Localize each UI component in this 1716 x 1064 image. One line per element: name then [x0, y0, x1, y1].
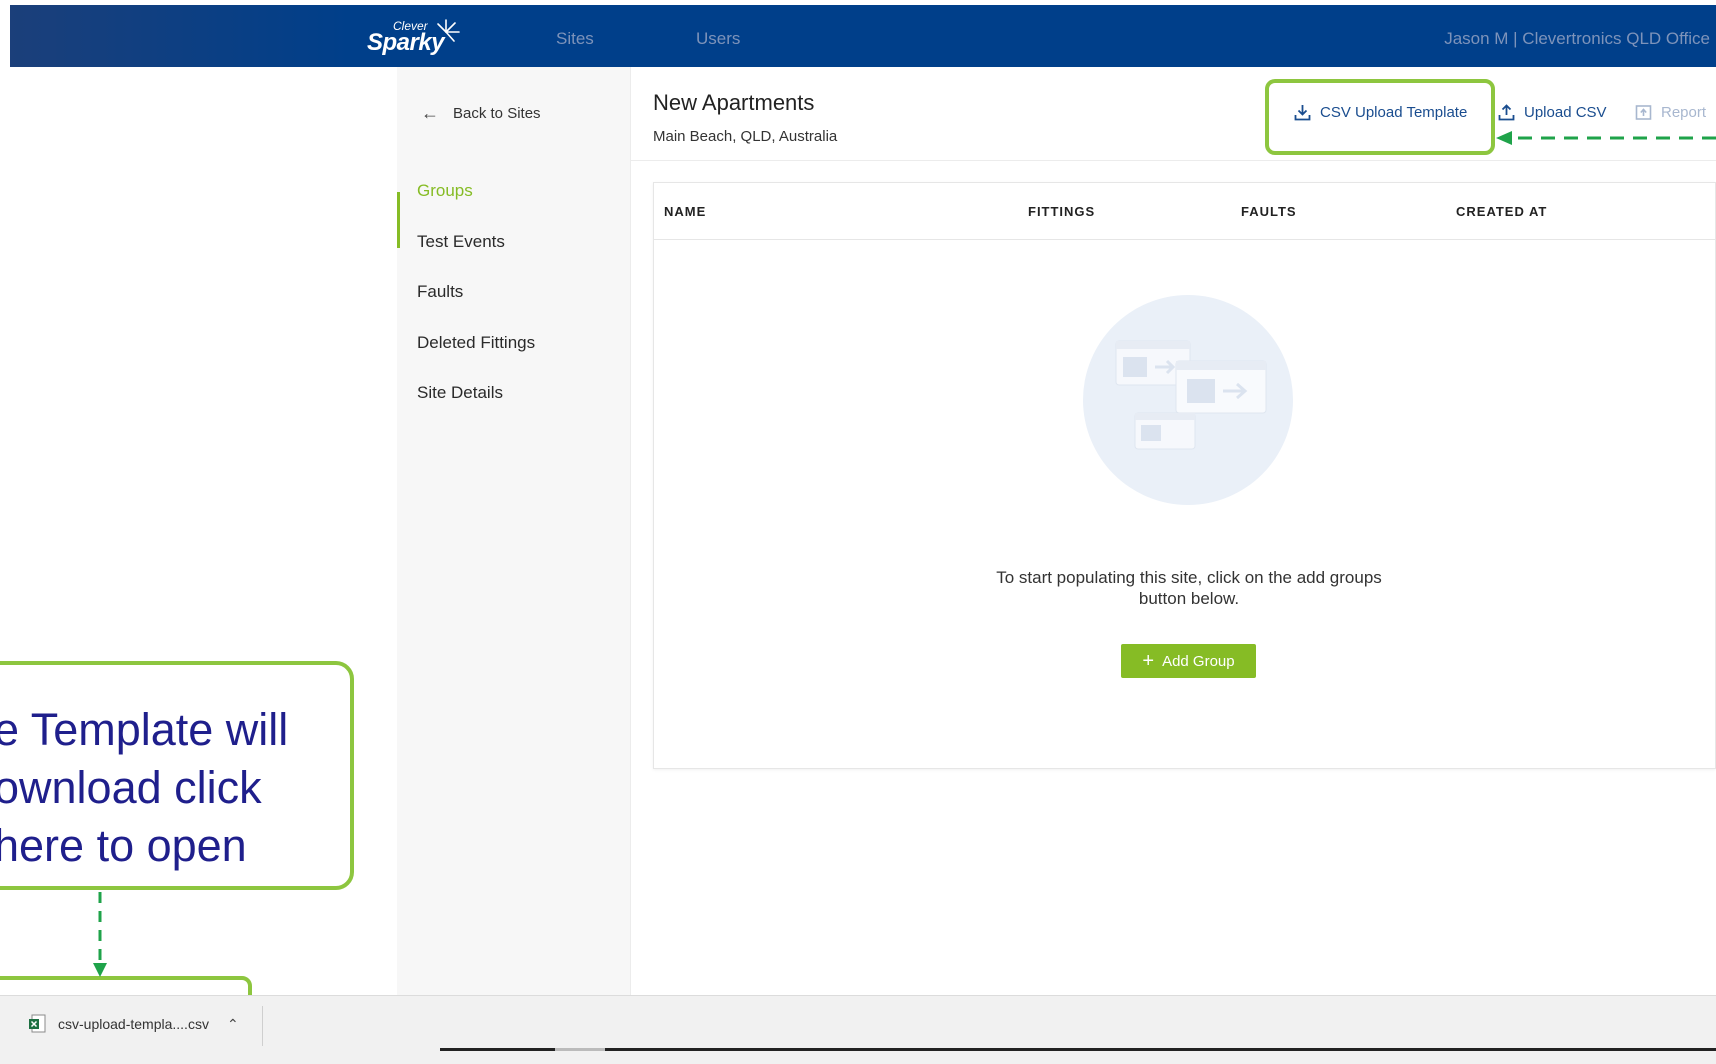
taskbar-edge — [440, 1048, 1716, 1051]
site-address: Main Beach, QLD, Australia — [653, 128, 838, 145]
empty-state-message: To start populating this site, click on … — [996, 568, 1382, 608]
upload-csv-label: Upload CSV — [1524, 104, 1607, 121]
sidebar-item-test-events[interactable]: Test Events — [417, 232, 505, 252]
top-nav-bar: Clever Sparky Sites Users Jason M | Clev… — [10, 5, 1716, 67]
nav-sites[interactable]: Sites — [556, 29, 594, 49]
report-icon — [1635, 105, 1652, 120]
sidebar-item-site-details[interactable]: Site Details — [417, 383, 503, 403]
column-header-faults[interactable]: FAULTS — [1241, 204, 1297, 219]
callout-line-1: e Template will — [0, 704, 289, 755]
add-group-button[interactable]: + Add Group — [1121, 644, 1256, 678]
report-button[interactable]: Report — [1635, 104, 1706, 121]
empty-state-illustration — [1083, 295, 1293, 505]
add-group-label: Add Group — [1162, 652, 1235, 670]
header-divider — [631, 160, 1716, 161]
column-header-created-at[interactable]: CREATED AT — [1456, 204, 1547, 219]
download-file-name: csv-upload-templa....csv — [58, 1016, 209, 1032]
back-to-sites-label: Back to Sites — [453, 105, 541, 122]
groups-table: NAME FITTINGS FAULTS CREATED AT To start — [653, 182, 1716, 769]
user-account-menu[interactable]: Jason M | Clevertronics QLD Office — [1444, 29, 1710, 49]
tutorial-callout: e Template will ownload click here to op… — [0, 661, 354, 890]
column-header-fittings[interactable]: FITTINGS — [1028, 204, 1095, 219]
column-header-name[interactable]: NAME — [664, 204, 706, 219]
plus-icon: + — [1142, 650, 1155, 672]
arrow-to-template-button — [1496, 131, 1716, 145]
callout-line-2: ownload click — [0, 762, 262, 813]
callout-line-3: here to open — [0, 820, 247, 871]
table-header: NAME FITTINGS FAULTS CREATED AT — [654, 183, 1715, 240]
browser-download-bar: csv-upload-templa....csv ⌃ — [0, 995, 1716, 1064]
active-indicator — [397, 192, 400, 248]
nav-users[interactable]: Users — [696, 29, 740, 49]
page-title: New Apartments — [653, 90, 815, 115]
download-separator — [262, 1006, 263, 1046]
highlight-csv-template — [1265, 79, 1495, 155]
sidebar-item-groups[interactable]: Groups — [417, 181, 473, 201]
arrow-to-download-item — [93, 892, 107, 977]
report-label: Report — [1661, 104, 1707, 121]
download-item[interactable]: csv-upload-templa....csv ⌃ — [28, 1014, 239, 1034]
spark-icon — [437, 19, 460, 42]
callout-text: e Template will ownload click here to op… — [0, 701, 394, 875]
back-to-sites-link[interactable]: ← Back to Sites — [421, 103, 541, 124]
excel-file-icon — [29, 1014, 46, 1033]
upload-csv-button[interactable]: Upload CSV — [1498, 104, 1607, 121]
taskbar-edge-segment — [555, 1048, 605, 1051]
app-root: Clever Sparky Sites Users Jason M | Clev… — [0, 0, 1716, 1064]
arrow-left-icon: ← — [421, 103, 439, 123]
site-sidebar: ← Back to Sites Groups Test Events Fault… — [397, 67, 631, 995]
sidebar-item-deleted-fittings[interactable]: Deleted Fittings — [417, 333, 535, 353]
sidebar-item-faults[interactable]: Faults — [417, 282, 463, 302]
upload-tray-icon — [1498, 104, 1515, 121]
clever-sparky-logo[interactable]: Clever Sparky — [365, 15, 475, 59]
chevron-up-icon[interactable]: ⌃ — [227, 1016, 239, 1033]
